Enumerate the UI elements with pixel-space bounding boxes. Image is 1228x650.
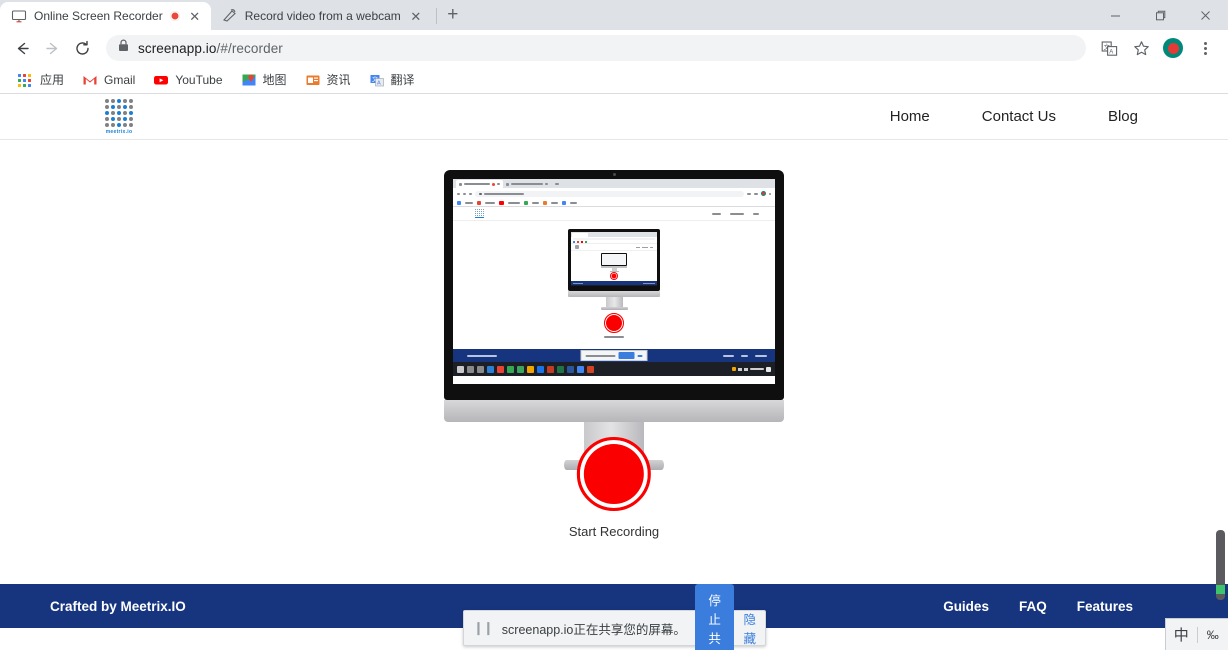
- url-path: /#/recorder: [217, 41, 283, 56]
- tab-separator: [436, 8, 437, 24]
- nested-tab-2: [503, 180, 551, 188]
- stop-sharing-button[interactable]: 停止共享: [695, 584, 735, 650]
- bookmark-gmail[interactable]: Gmail: [74, 69, 143, 91]
- share-message: screenapp.io正在共享您的屏幕。: [502, 619, 686, 638]
- browser-tab-2[interactable]: Record video from a webcam ✕: [211, 2, 432, 30]
- back-button[interactable]: [8, 34, 36, 62]
- footer-link-features[interactable]: Features: [1077, 599, 1133, 614]
- monitor-preview-mockup: [444, 170, 784, 470]
- close-button[interactable]: [1183, 0, 1228, 30]
- footer-nav: Guides FAQ Features: [943, 599, 1133, 614]
- monitor-chin: [444, 400, 784, 422]
- site-header: meetrix.io Home Contact Us Blog: [0, 94, 1228, 140]
- monitor-screen: [453, 179, 775, 384]
- nested-bookmarks-bar: [453, 199, 775, 207]
- page-scrollbar-thumb[interactable]: [1216, 530, 1225, 600]
- hero-stage: Start Recording Crafted by Meetrix.IO Gu…: [0, 140, 1228, 628]
- window-controls: [1093, 0, 1228, 30]
- record-button-label: Start Recording: [569, 524, 659, 539]
- scrollbar-marker: [1216, 585, 1225, 594]
- page-viewport: meetrix.io Home Contact Us Blog: [0, 94, 1228, 650]
- ime-indicator[interactable]: 中 ‰: [1165, 618, 1228, 650]
- bookmark-label: 翻译: [391, 71, 415, 88]
- apps-grid-icon: [18, 72, 34, 88]
- bookmark-label: 应用: [40, 71, 64, 88]
- forward-button[interactable]: [38, 34, 66, 62]
- bookmark-maps[interactable]: 地图: [233, 68, 295, 91]
- bookmark-label: 地图: [263, 71, 287, 88]
- browser-toolbar: screenapp.io/#/recorder 文 A: [0, 30, 1228, 66]
- page-scrollbar[interactable]: [1213, 94, 1228, 650]
- ime-language-mode[interactable]: 中: [1166, 624, 1197, 645]
- bookmark-translate[interactable]: 文 A 翻译: [361, 68, 423, 91]
- nested-site-footer: [453, 349, 775, 362]
- address-bar-text: screenapp.io/#/recorder: [138, 41, 283, 56]
- tab-recording-indicator-icon: [170, 11, 180, 21]
- nested-tab-1: [456, 180, 503, 188]
- tab-strip: Online Screen Recorder ✕ Record video fr…: [0, 0, 1228, 30]
- nested-toolbar: [453, 188, 775, 199]
- maps-icon: [241, 72, 257, 88]
- bookmark-label: 资讯: [327, 71, 351, 88]
- bookmark-label: YouTube: [175, 73, 222, 87]
- webcam-icon: [222, 8, 238, 24]
- tab-close-button[interactable]: ✕: [187, 8, 203, 24]
- footer-credit: Crafted by Meetrix.IO: [50, 599, 186, 614]
- news-icon: [305, 72, 321, 88]
- nav-item-contact-us[interactable]: Contact Us: [982, 108, 1056, 125]
- nested-recording-dot-icon: [492, 183, 495, 186]
- nested-hero-stage: [453, 221, 775, 349]
- bookmark-label: Gmail: [104, 73, 135, 87]
- pause-icon: ❙❙: [473, 620, 493, 636]
- address-bar[interactable]: screenapp.io/#/recorder: [106, 35, 1086, 61]
- tab-title: Online Screen Recorder: [34, 9, 163, 23]
- new-tab-button[interactable]: +: [439, 1, 467, 29]
- maximize-button[interactable]: [1138, 0, 1183, 30]
- nested-address-bar: [475, 191, 744, 197]
- three-dot-menu-icon[interactable]: [1190, 33, 1220, 63]
- nested-windows-taskbar: [453, 362, 775, 376]
- nav-item-blog[interactable]: Blog: [1108, 108, 1138, 125]
- screen-share-notification: ❙❙ screenapp.io正在共享您的屏幕。 停止共享 隐藏: [463, 610, 766, 646]
- bookmark-youtube[interactable]: YouTube: [145, 69, 230, 91]
- svg-text:A: A: [377, 80, 381, 86]
- reload-button[interactable]: [68, 34, 96, 62]
- bookmark-apps[interactable]: 应用: [10, 68, 72, 91]
- nav-item-home[interactable]: Home: [890, 108, 930, 125]
- start-recording-control[interactable]: Start Recording: [569, 437, 659, 539]
- nested-screenshot: [453, 179, 775, 384]
- url-host: screenapp.io: [138, 41, 217, 56]
- youtube-icon: [153, 72, 169, 88]
- bookmarks-bar: 应用 Gmail YouTube 地图: [0, 66, 1228, 94]
- gmail-icon: [82, 72, 98, 88]
- minimize-button[interactable]: [1093, 0, 1138, 30]
- svg-text:A: A: [1109, 49, 1113, 55]
- bookmark-star-icon[interactable]: [1126, 33, 1156, 63]
- logo-text: meetrix.io: [106, 129, 133, 135]
- hide-sharing-button[interactable]: 隐藏: [743, 609, 756, 647]
- translate-icon: 文 A: [369, 72, 385, 88]
- bookmark-news[interactable]: 资讯: [297, 68, 359, 91]
- nested-tab-strip: [453, 179, 775, 188]
- browser-tab-1[interactable]: Online Screen Recorder ✕: [0, 2, 211, 30]
- footer-link-guides[interactable]: Guides: [943, 599, 989, 614]
- profile-recording-icon[interactable]: [1158, 33, 1188, 63]
- browser-window: Online Screen Recorder ✕ Record video fr…: [0, 0, 1228, 650]
- nested-record-button: [604, 313, 624, 338]
- record-button-icon[interactable]: [577, 437, 651, 511]
- tab-title: Record video from a webcam: [245, 9, 401, 23]
- site-nav: Home Contact Us Blog: [890, 108, 1138, 125]
- monitor-icon: [11, 8, 27, 24]
- meetrix-logo[interactable]: meetrix.io: [105, 99, 133, 135]
- lock-icon: [118, 39, 129, 57]
- footer-link-faq[interactable]: FAQ: [1019, 599, 1047, 614]
- logo-dot-matrix-icon: [105, 99, 133, 127]
- ime-punctuation-mode[interactable]: ‰: [1198, 628, 1228, 642]
- tab-close-button[interactable]: ✕: [408, 8, 424, 24]
- monitor-bezel: [444, 170, 784, 400]
- nested-share-bar: [581, 350, 648, 361]
- nested-monitor-mockup: [568, 229, 660, 310]
- translate-icon[interactable]: 文 A: [1094, 33, 1124, 63]
- nested-site-header: [453, 207, 775, 221]
